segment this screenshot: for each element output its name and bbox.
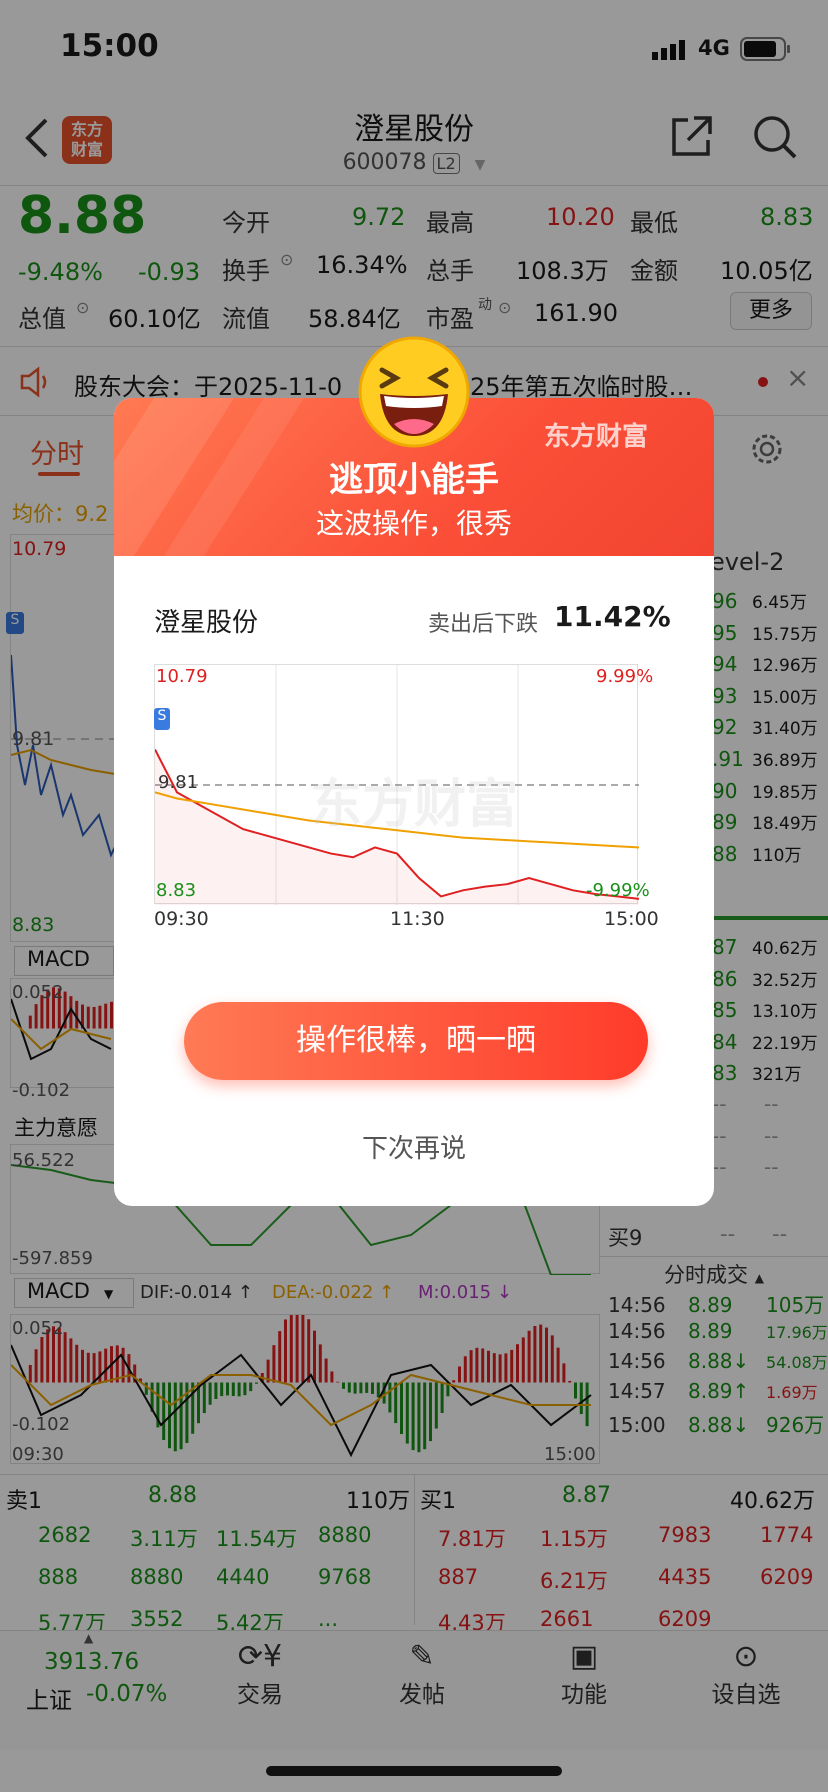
share-result-button[interactable]: 操作很棒，晒一晒 — [184, 1002, 648, 1080]
modal-top-price: 10.79 — [156, 666, 208, 687]
modal-stock-name: 澄星股份 — [154, 608, 259, 638]
stock-detail-page: 15:00 4G 东方 财富 澄星股份 600078 L2 ▼ 8.88 -9.4… — [0, 0, 828, 1792]
drop-label: 卖出后下跌 — [428, 612, 539, 637]
dismiss-button[interactable]: 下次再说 — [114, 1128, 714, 1165]
achievement-modal: 逃顶小能手 这波操作，很秀 东方财富 澄星股份 卖出后下跌 11.42% 东方财… — [114, 398, 714, 1206]
drop-value: 11.42% — [554, 600, 671, 633]
modal-time-end: 15:00 — [604, 908, 659, 930]
modal-time-mid: 11:30 — [390, 908, 445, 930]
modal-bottom-pct: -9.99% — [586, 880, 650, 901]
modal-subtitle: 这波操作，很秀 — [315, 507, 512, 540]
modal-top-pct: 9.99% — [596, 666, 654, 687]
chart-watermark: 东方财富 — [309, 775, 518, 835]
laughing-emoji-icon — [358, 336, 470, 452]
modal-time-start: 09:30 — [154, 908, 209, 930]
modal-mid-price: 9.81 — [158, 772, 199, 793]
modal-sell-marker: S — [154, 708, 170, 730]
modal-title: 逃顶小能手 — [329, 460, 499, 500]
modal-bottom-price: 8.83 — [156, 880, 197, 901]
home-indicator[interactable] — [266, 1766, 562, 1776]
brand-watermark: 东方财富 — [544, 422, 649, 452]
